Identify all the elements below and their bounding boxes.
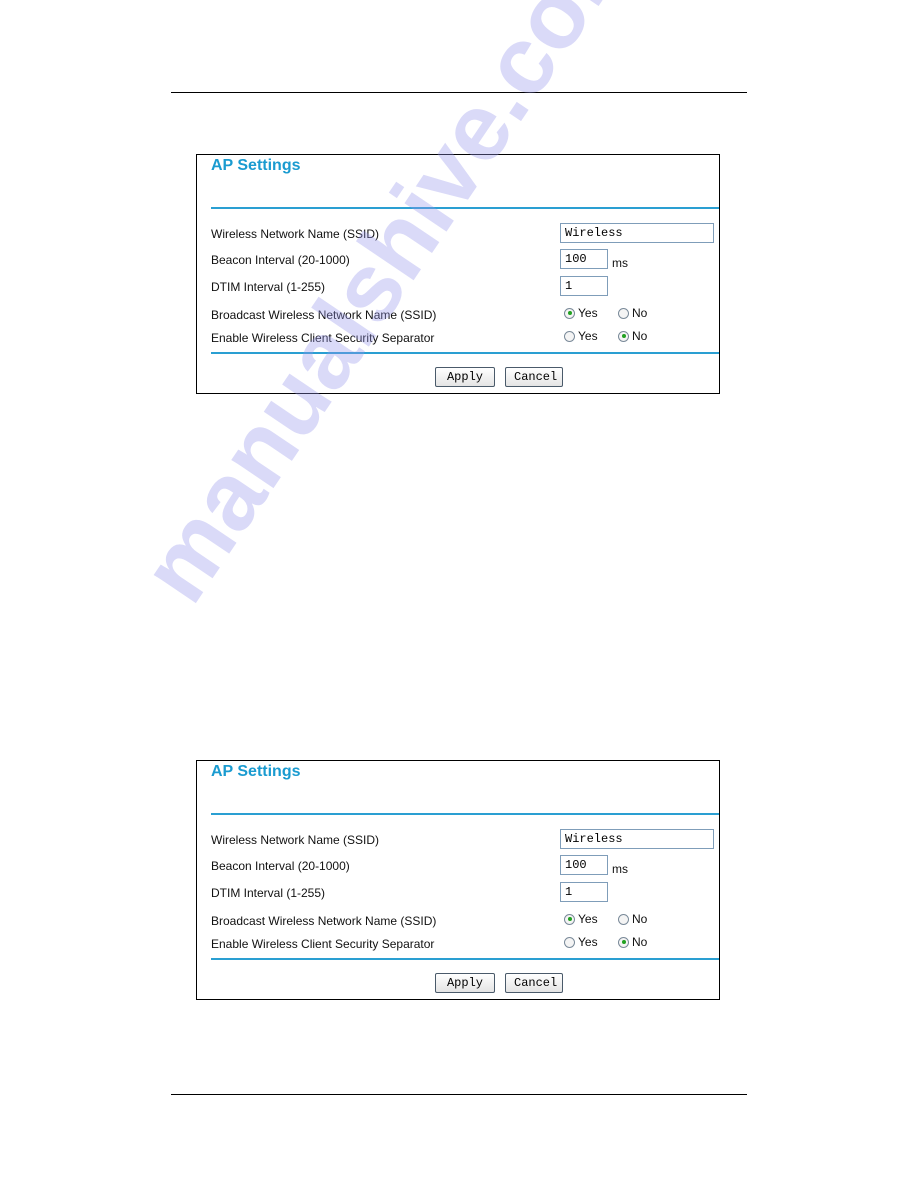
broadcast-yes-radio[interactable]: Yes [564,912,598,926]
apply-button[interactable]: Apply [435,973,495,993]
separator-yes-radio[interactable]: Yes [564,935,598,949]
apply-button[interactable]: Apply [435,367,495,387]
title-separator [211,813,719,815]
beacon-unit: ms [612,862,628,876]
radio-checked-icon [564,913,575,925]
radio-checked-icon [564,307,575,319]
ssid-label: Wireless Network Name (SSID) [211,833,380,847]
security-separator-row: Enable Wireless Client Security Separato… [211,327,719,349]
dtim-label: DTIM Interval (1-255) [211,886,326,900]
radio-unchecked-icon [564,330,575,342]
radio-label: Yes [578,306,598,320]
ssid-label: Wireless Network Name (SSID) [211,227,380,241]
broadcast-ssid-row: Broadcast Wireless Network Name (SSID) Y… [211,304,719,326]
ap-settings-panel: AP Settings Wireless Network Name (SSID)… [196,760,720,1000]
footer-separator [211,352,719,354]
ssid-row: Wireless Network Name (SSID) Wireless [211,223,719,245]
ssid-row: Wireless Network Name (SSID) Wireless [211,829,719,851]
dtim-input[interactable]: 1 [560,276,608,296]
security-separator-row: Enable Wireless Client Security Separato… [211,933,719,955]
header-rule [171,92,747,93]
radio-unchecked-icon [618,307,629,319]
broadcast-no-radio[interactable]: No [618,912,647,926]
beacon-input[interactable]: 100 [560,249,608,269]
beacon-row: Beacon Interval (20-1000) 100 ms [211,855,719,877]
separator-no-radio[interactable]: No [618,329,647,343]
radio-unchecked-icon [618,913,629,925]
broadcast-yes-radio[interactable]: Yes [564,306,598,320]
radio-label: Yes [578,912,598,926]
security-separator-label: Enable Wireless Client Security Separato… [211,937,435,951]
dtim-label: DTIM Interval (1-255) [211,280,326,294]
panel-title: AP Settings [211,763,301,780]
ssid-input[interactable]: Wireless [560,223,714,243]
ssid-input[interactable]: Wireless [560,829,714,849]
title-separator [211,207,719,209]
radio-label: No [632,912,648,926]
cancel-button[interactable]: Cancel [505,367,563,387]
radio-label: Yes [578,329,598,343]
radio-label: No [632,935,648,949]
dtim-input[interactable]: 1 [560,882,608,902]
footer-rule [171,1094,747,1095]
beacon-row: Beacon Interval (20-1000) 100 ms [211,249,719,271]
ap-settings-panel: AP Settings Wireless Network Name (SSID)… [196,154,720,394]
beacon-label: Beacon Interval (20-1000) [211,253,350,267]
dtim-row: DTIM Interval (1-255) 1 [211,276,719,298]
panel-title: AP Settings [211,157,301,174]
broadcast-ssid-label: Broadcast Wireless Network Name (SSID) [211,914,437,928]
broadcast-ssid-row: Broadcast Wireless Network Name (SSID) Y… [211,910,719,932]
radio-label: No [632,329,648,343]
beacon-unit: ms [612,256,628,270]
radio-unchecked-icon [564,936,575,948]
separator-yes-radio[interactable]: Yes [564,329,598,343]
footer-separator [211,958,719,960]
cancel-button[interactable]: Cancel [505,973,563,993]
separator-no-radio[interactable]: No [618,935,647,949]
radio-label: Yes [578,935,598,949]
broadcast-ssid-label: Broadcast Wireless Network Name (SSID) [211,308,437,322]
beacon-label: Beacon Interval (20-1000) [211,859,350,873]
dtim-row: DTIM Interval (1-255) 1 [211,882,719,904]
broadcast-no-radio[interactable]: No [618,306,647,320]
security-separator-label: Enable Wireless Client Security Separato… [211,331,435,345]
radio-checked-icon [618,330,629,342]
radio-checked-icon [618,936,629,948]
beacon-input[interactable]: 100 [560,855,608,875]
radio-label: No [632,306,648,320]
